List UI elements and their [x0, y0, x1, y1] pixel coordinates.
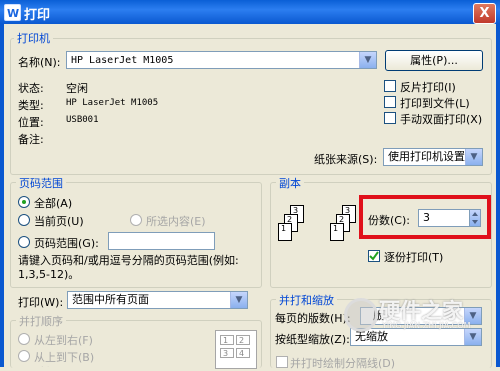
collate-preview-icon: 3 2 1 3 2 1	[278, 205, 358, 257]
type-value: HP LaserJet M1005	[66, 98, 159, 108]
check-icon	[369, 251, 379, 261]
spinner-arrows-icon[interactable]	[470, 210, 480, 226]
window-frame-right	[496, 24, 500, 367]
paper-source-value: 使用打印机设置	[388, 150, 465, 163]
window-title: 打印	[24, 8, 51, 23]
print-what-select[interactable]: 范围中所有页面 ▼	[67, 291, 248, 309]
manual-duplex-checkbox[interactable]	[384, 112, 396, 124]
page-range-current-radio[interactable]	[18, 214, 30, 226]
printer-name-value: HP LaserJet M1005	[71, 55, 174, 66]
page-range-hint: 请键入页码和/或用逗号分隔的页码范围(例如: 1,3,5-12)。	[18, 254, 239, 281]
comment-label: 备注:	[18, 133, 44, 146]
location-value: USB001	[66, 115, 99, 125]
collate-label[interactable]: 逐份打印(T)	[384, 249, 443, 265]
preview-page-1a: 1	[278, 223, 292, 241]
app-icon: W	[4, 4, 21, 21]
page-range-all-label[interactable]: 全部(A)	[34, 195, 72, 211]
copies-value: 3	[423, 211, 430, 224]
paper-source-select[interactable]: 使用打印机设置 ▼	[383, 148, 483, 166]
draw-borders-label[interactable]: 并打时绘制分隔线(D)	[290, 355, 395, 371]
chevron-down-icon[interactable]: ▼	[465, 149, 482, 165]
pages-per-sheet-label: 每页的版数(H):	[275, 312, 351, 325]
order-preview-icon: 1 2 3 4	[215, 330, 257, 369]
order-top-bottom-radio[interactable]	[18, 350, 30, 362]
zoom-legend: 并打和缩放	[276, 292, 337, 308]
chevron-down-icon[interactable]: ▼	[359, 52, 376, 68]
title-bar	[0, 0, 500, 24]
copies-input[interactable]: 3	[418, 209, 470, 227]
properties-button[interactable]: 属性(P)...	[385, 50, 483, 71]
page-range-selection-label[interactable]: 所选内容(E)	[146, 213, 206, 229]
watermark-subtext: YING JIAN ZHI JIA.COM	[382, 321, 471, 330]
print-what-label: 打印(W):	[18, 296, 64, 309]
close-button[interactable]: X	[473, 3, 496, 24]
order-left-right-label[interactable]: 从左到右(F)	[34, 332, 93, 348]
collate-checkbox[interactable]	[368, 250, 380, 262]
page-range-input[interactable]	[108, 232, 215, 250]
manual-duplex-label[interactable]: 手动双面打印(X)	[400, 111, 482, 127]
print-to-file-label[interactable]: 打印到文件(L)	[400, 95, 470, 111]
type-label: 类型:	[18, 99, 44, 112]
printer-legend: 打印机	[14, 30, 53, 46]
order-top-bottom-label[interactable]: 从上到下(B)	[34, 349, 94, 365]
page-range-custom-radio[interactable]	[18, 236, 30, 248]
print-to-file-checkbox[interactable]	[384, 96, 396, 108]
printer-name-label: 名称(N):	[18, 56, 61, 69]
page-range-current-label[interactable]: 当前页(U)	[34, 213, 84, 229]
status-value: 空闲	[66, 82, 88, 95]
copies-label: 份数(C):	[368, 214, 410, 227]
chevron-down-icon[interactable]: ▼	[464, 329, 481, 345]
printer-name-select[interactable]: HP LaserJet M1005 ▼	[66, 51, 377, 69]
watermark-logo	[344, 298, 378, 332]
page-range-selection-radio[interactable]	[130, 214, 142, 226]
reverse-print-label[interactable]: 反片打印(I)	[400, 79, 456, 95]
print-what-value: 范围中所有页面	[72, 293, 149, 306]
print-order-legend: 并打顺序	[16, 313, 66, 329]
chevron-down-icon[interactable]: ▼	[230, 292, 247, 308]
paper-source-label: 纸张来源(S):	[314, 153, 378, 166]
scale-select[interactable]: 无缩放 ▼	[350, 328, 482, 346]
reverse-print-checkbox[interactable]	[384, 80, 396, 92]
svg-text:W: W	[7, 7, 19, 20]
page-range-legend: 页码范围	[16, 175, 66, 191]
location-label: 位置:	[18, 116, 44, 129]
copies-spinner[interactable]	[469, 209, 481, 227]
page-range-all-radio[interactable]	[18, 196, 30, 208]
window-frame-left	[0, 24, 4, 367]
scale-label: 按纸型缩放(Z):	[275, 333, 350, 346]
page-range-custom-label[interactable]: 页码范围(G):	[34, 235, 99, 251]
status-label: 状态:	[18, 82, 44, 95]
preview-page-1b: 1	[330, 223, 344, 241]
order-left-right-radio[interactable]	[18, 333, 30, 345]
copies-legend: 副本	[276, 175, 304, 191]
draw-borders-checkbox[interactable]	[276, 356, 288, 368]
